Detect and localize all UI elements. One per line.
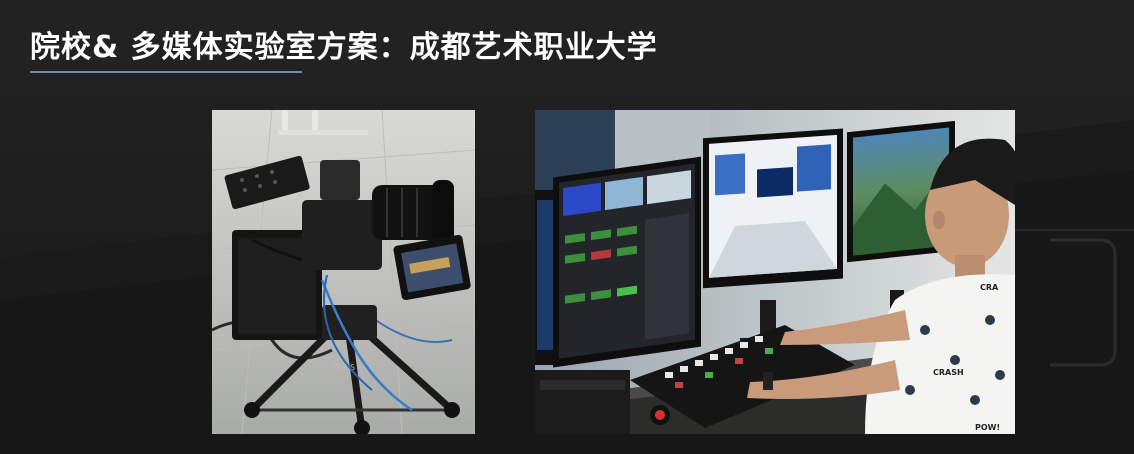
slide: 院校& 多媒体实验室方案：成都艺术职业大学 TERIS CRA CRASH PO…	[0, 0, 1134, 454]
camera-rig-photo: TERIS	[212, 110, 475, 434]
control-room-icon: CRA CRASH POW!	[535, 110, 1015, 434]
shirt-text-1: CRA	[980, 283, 999, 292]
control-room-photo: CRA CRASH POW!	[535, 110, 1015, 434]
shirt-text-3: POW!	[975, 423, 1000, 432]
camera-rig-icon: TERIS	[212, 110, 475, 434]
shirt-text-2: CRASH	[933, 368, 964, 377]
page-title: 院校& 多媒体实验室方案：成都艺术职业大学	[30, 30, 658, 65]
title-underline	[30, 71, 302, 73]
